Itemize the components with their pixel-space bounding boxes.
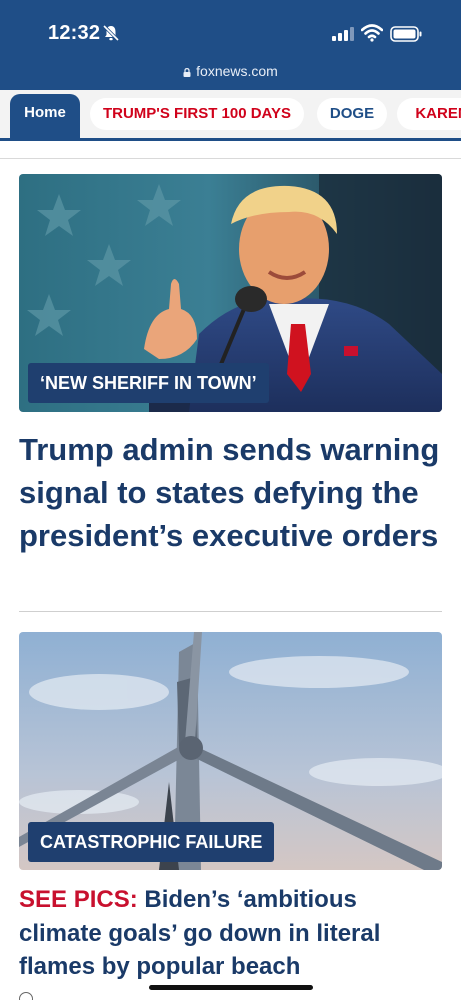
tab-home[interactable]: Home: [10, 94, 80, 138]
clock-icon: [19, 992, 33, 1000]
cellular-signal-icon: [332, 27, 354, 41]
status-time: 12:32: [48, 22, 101, 44]
story-headline[interactable]: SEE PICS: Biden’s ‘ambitious climate goa…: [19, 883, 444, 984]
bell-slash-icon: [102, 24, 120, 42]
lock-icon: [183, 68, 191, 77]
tab-doge[interactable]: DOGE: [317, 98, 387, 130]
wifi-icon: [361, 24, 383, 42]
home-indicator[interactable]: [149, 985, 313, 990]
battery-icon: [390, 26, 422, 42]
section-nav: Home TRUMP'S FIRST 100 DAYS DOGE KAREN: [0, 90, 461, 141]
story-kicker: CATASTROPHIC FAILURE: [28, 822, 275, 862]
divider: [19, 611, 442, 612]
story-headline[interactable]: Trump admin sends warning signal to stat…: [19, 428, 444, 557]
tab-karen[interactable]: KAREN: [397, 98, 461, 130]
story-meta: [19, 992, 39, 1000]
tab-trumps-first-100-days[interactable]: TRUMP'S FIRST 100 DAYS: [90, 98, 304, 130]
story-kicker: ‘NEW SHERIFF IN TOWN’: [28, 363, 269, 403]
divider: [0, 158, 461, 159]
story-image-wind-turbine[interactable]: CATASTROPHIC FAILURE: [19, 632, 442, 870]
address-bar[interactable]: foxnews.com: [0, 63, 461, 79]
story-image-trump[interactable]: ‘NEW SHERIFF IN TOWN’: [19, 174, 442, 412]
browser-header: 12:32 foxnews.com: [0, 0, 461, 90]
headline-prefix: SEE PICS:: [19, 886, 138, 913]
url-text: foxnews.com: [196, 63, 278, 79]
